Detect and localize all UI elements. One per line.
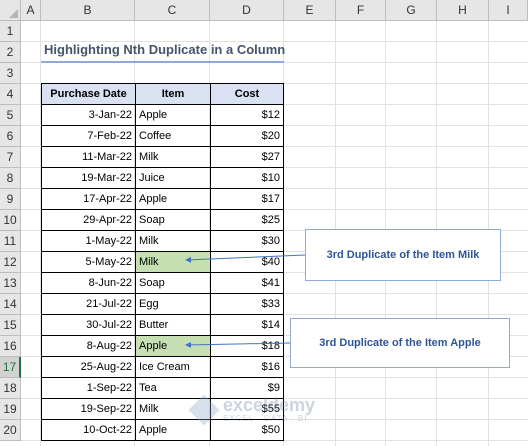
table-cell-date[interactable]: 3-Jan-22 — [41, 105, 135, 126]
column-header-b[interactable]: B — [41, 0, 135, 21]
column-header-c[interactable]: C — [135, 0, 210, 21]
table-cell-cost[interactable]: $14 — [210, 315, 284, 336]
column-header-e[interactable]: E — [284, 0, 336, 21]
table-cell-cost[interactable]: $30 — [210, 231, 284, 252]
exceldemy-watermark: exceldemy EXCEL · DATA · BI — [188, 393, 316, 426]
row-header-16[interactable]: 16 — [0, 336, 21, 357]
row-header-10[interactable]: 10 — [0, 210, 21, 231]
row-header-1[interactable]: 1 — [0, 21, 21, 42]
watermark-main-text: exceldemy — [223, 395, 316, 415]
row-header-19[interactable]: 19 — [0, 399, 21, 420]
table-cell-cost[interactable]: $40 — [210, 252, 284, 273]
row-header-2[interactable]: 2 — [0, 42, 21, 63]
column-header-i[interactable]: I — [489, 0, 528, 21]
table-cell-cost[interactable]: $20 — [210, 126, 284, 147]
column-header-a[interactable]: A — [21, 0, 41, 21]
column-header-f[interactable]: F — [336, 0, 386, 21]
table-cell-date[interactable]: 7-Feb-22 — [41, 126, 135, 147]
row-header-12[interactable]: 12 — [0, 252, 21, 273]
table-cell-cost[interactable]: $16 — [210, 357, 284, 378]
table-cell-date[interactable]: 30-Jul-22 — [41, 315, 135, 336]
row-header-8[interactable]: 8 — [0, 168, 21, 189]
table-cell-item[interactable]: Milk — [135, 252, 210, 273]
row-header-3[interactable]: 3 — [0, 63, 21, 84]
table-cell-item[interactable]: Milk — [135, 147, 210, 168]
column-header-h[interactable]: H — [437, 0, 489, 21]
table-cell-date[interactable]: 17-Apr-22 — [41, 189, 135, 210]
row-header-18[interactable]: 18 — [0, 378, 21, 399]
row-header-15[interactable]: 15 — [0, 315, 21, 336]
table-cell-item[interactable]: Apple — [135, 105, 210, 126]
table-cell-date[interactable]: 10-Oct-22 — [41, 420, 135, 441]
callout-apple: 3rd Duplicate of the Item Apple — [290, 318, 510, 368]
row-header-13[interactable]: 13 — [0, 273, 21, 294]
table-header-cell: Cost — [210, 83, 284, 105]
table-cell-item[interactable]: Apple — [135, 189, 210, 210]
table-cell-date[interactable]: 25-Aug-22 — [41, 357, 135, 378]
table-cell-date[interactable]: 19-Mar-22 — [41, 168, 135, 189]
select-all-corner[interactable] — [0, 0, 21, 21]
table-cell-date[interactable]: 29-Apr-22 — [41, 210, 135, 231]
table-cell-item[interactable]: Juice — [135, 168, 210, 189]
row-header-14[interactable]: 14 — [0, 294, 21, 315]
table-cell-item[interactable]: Egg — [135, 294, 210, 315]
exceldemy-logo-icon — [188, 393, 220, 426]
table-cell-item[interactable]: Milk — [135, 231, 210, 252]
table-cell-item[interactable]: Soap — [135, 273, 210, 294]
column-header-g[interactable]: G — [386, 0, 437, 21]
sheet-title: Highlighting Nth Duplicate in a Column — [44, 42, 286, 57]
row-header-9[interactable]: 9 — [0, 189, 21, 210]
table-cell-cost[interactable]: $27 — [210, 147, 284, 168]
row-header-6[interactable]: 6 — [0, 126, 21, 147]
table-cell-item[interactable]: Soap — [135, 210, 210, 231]
table-cell-cost[interactable]: $10 — [210, 168, 284, 189]
table-cell-item[interactable]: Coffee — [135, 126, 210, 147]
row-header-20[interactable]: 20 — [0, 420, 21, 441]
table-cell-cost[interactable]: $18 — [210, 336, 284, 357]
table-cell-date[interactable]: 5-May-22 — [41, 252, 135, 273]
table-cell-date[interactable]: 1-May-22 — [41, 231, 135, 252]
row-header-11[interactable]: 11 — [0, 231, 21, 252]
table-cell-date[interactable]: 1-Sep-22 — [41, 378, 135, 399]
table-cell-date[interactable]: 8-Aug-22 — [41, 336, 135, 357]
table-cell-date[interactable]: 8-Jun-22 — [41, 273, 135, 294]
row-header-4[interactable]: 4 — [0, 84, 21, 105]
table-cell-cost[interactable]: $33 — [210, 294, 284, 315]
table-cell-date[interactable]: 21-Jul-22 — [41, 294, 135, 315]
table-cell-item[interactable]: Ice Cream — [135, 357, 210, 378]
table-cell-cost[interactable]: $25 — [210, 210, 284, 231]
table-cell-item[interactable]: Butter — [135, 315, 210, 336]
table-cell-cost[interactable]: $50 — [210, 420, 284, 441]
title-underline — [41, 61, 284, 63]
table-cell-cost[interactable]: $41 — [210, 273, 284, 294]
table-cell-cost[interactable]: $17 — [210, 189, 284, 210]
watermark-sub-text: EXCEL · DATA · BI — [223, 414, 308, 423]
table-header-cell: Item — [135, 83, 211, 105]
table-header-cell: Purchase Date — [41, 83, 136, 105]
table-cell-item[interactable]: Apple — [135, 420, 210, 441]
table-cell-item[interactable]: Apple — [135, 336, 210, 357]
table-cell-cost[interactable]: $12 — [210, 105, 284, 126]
row-header-5[interactable]: 5 — [0, 105, 21, 126]
table-cell-date[interactable]: 19-Sep-22 — [41, 399, 135, 420]
table-cell-date[interactable]: 11-Mar-22 — [41, 147, 135, 168]
column-header-d[interactable]: D — [210, 0, 284, 21]
row-header-7[interactable]: 7 — [0, 147, 21, 168]
row-header-17[interactable]: 17 — [0, 357, 21, 378]
callout-milk: 3rd Duplicate of the Item Milk — [305, 229, 501, 281]
